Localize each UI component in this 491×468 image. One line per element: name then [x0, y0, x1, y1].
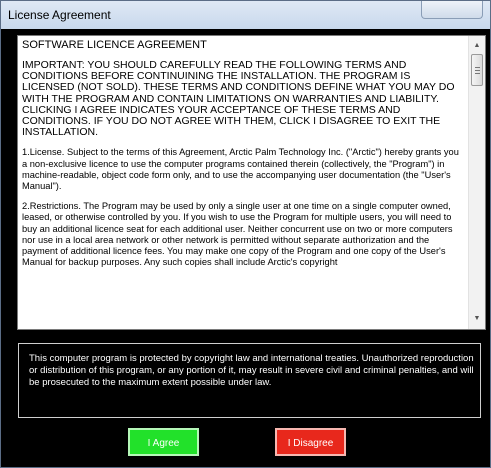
scroll-up-arrow-icon[interactable]: ▲ [469, 38, 485, 54]
license-paragraph-important: IMPORTANT: YOU SHOULD CAREFULLY READ THE… [22, 59, 455, 139]
scroll-down-arrow-icon[interactable]: ▼ [469, 311, 485, 327]
close-button[interactable] [421, 1, 483, 19]
license-paragraph-restrictions: 2.Restrictions. The Program may be used … [22, 201, 453, 268]
copyright-notice-text: This computer program is protected by co… [29, 353, 474, 389]
agree-button[interactable]: I Agree [128, 428, 199, 456]
disagree-button[interactable]: I Disagree [275, 428, 346, 456]
grip-line [475, 70, 480, 71]
license-text: SOFTWARE LICENCE AGREEMENT IMPORTANT: YO… [22, 39, 464, 277]
grip-line [475, 67, 480, 68]
copyright-notice: This computer program is protected by co… [18, 343, 481, 418]
scroll-thumb[interactable] [471, 54, 483, 86]
vertical-scrollbar[interactable]: ▲ ▼ [468, 36, 485, 329]
window-title: License Agreement [8, 8, 111, 22]
grip-line [475, 73, 480, 74]
license-heading: SOFTWARE LICENCE AGREEMENT [22, 39, 207, 51]
license-text-box[interactable]: SOFTWARE LICENCE AGREEMENT IMPORTANT: YO… [17, 35, 486, 330]
title-bar[interactable]: License Agreement [1, 1, 490, 29]
license-paragraph-license: 1.License. Subject to the terms of this … [22, 147, 459, 192]
